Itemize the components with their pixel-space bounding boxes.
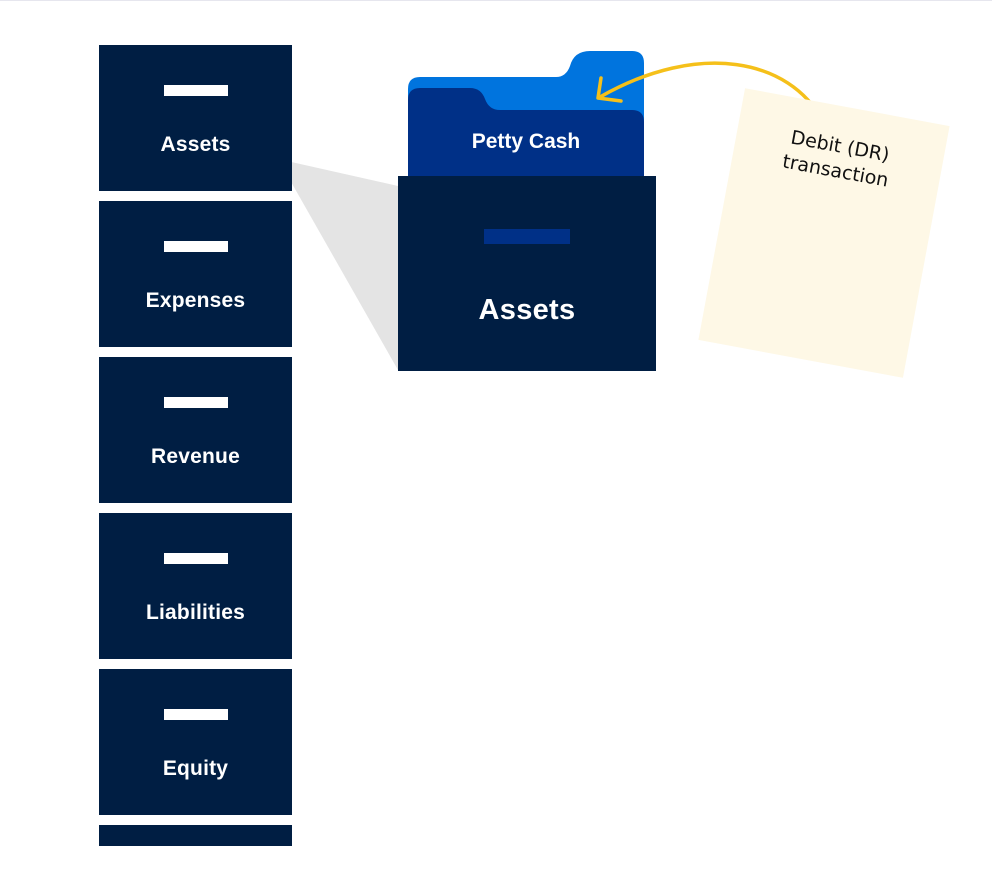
drawer-equity[interactable]: Equity — [99, 669, 292, 815]
drawer-assets[interactable]: Assets — [99, 45, 292, 191]
filing-cabinet: Assets Expenses Revenue Liabilities Equi… — [99, 45, 292, 846]
drawer-label: Assets — [160, 133, 231, 156]
drawer-label: Liabilities — [145, 601, 246, 624]
petty-cash-folder-label[interactable]: Petty Cash — [408, 130, 644, 154]
drawer-handle — [164, 397, 228, 408]
drawer-handle — [164, 553, 228, 564]
drawer-revenue[interactable]: Revenue — [99, 357, 292, 503]
drawer-handle — [164, 241, 228, 252]
drawer-label: Equity — [162, 757, 229, 780]
expanded-assets-drawer[interactable]: Assets — [398, 176, 656, 371]
cabinet-base — [99, 825, 292, 846]
drawer-liabilities[interactable]: Liabilities — [99, 513, 292, 659]
drawer-handle — [164, 85, 228, 96]
note-text: Debit (DR) transaction — [731, 116, 945, 203]
expanded-drawer-label: Assets — [478, 294, 576, 326]
drawer-label: Revenue — [151, 445, 240, 468]
drawer-label: Expenses — [145, 289, 246, 312]
drawer-expenses[interactable]: Expenses — [99, 201, 292, 347]
zoom-callout-wedge — [278, 159, 398, 370]
drawer-handle — [484, 229, 570, 244]
drawer-handle — [164, 709, 228, 720]
